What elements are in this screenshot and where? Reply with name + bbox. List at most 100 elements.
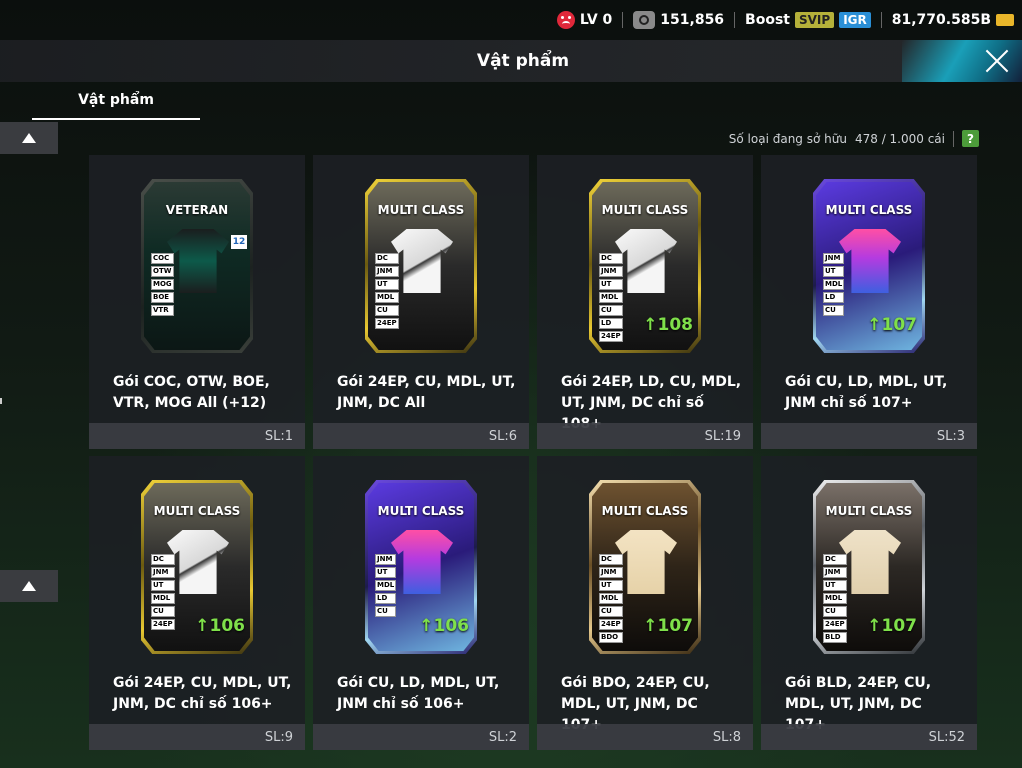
pack-title: MULTI CLASS <box>377 203 465 217</box>
position-tag: MDL <box>151 593 175 604</box>
ovr-value: ↑106 <box>419 616 469 636</box>
divider <box>953 130 954 147</box>
position-tag: CU <box>151 606 175 617</box>
position-tag: UT <box>823 580 847 591</box>
item-card[interactable]: MULTI CLASS JNM UT MDL LD CU ↑107 Gói CU, LD, M… <box>761 155 977 449</box>
ovr-rating: ↑106 <box>195 616 245 636</box>
close-button[interactable] <box>982 46 1012 76</box>
item-footer: SL:52 <box>761 724 977 750</box>
level-text: LV 0 <box>579 12 613 28</box>
pack-title: MULTI CLASS <box>601 504 689 518</box>
level-display[interactable]: LV 0 <box>556 11 613 29</box>
scroll-up-button-lower[interactable] <box>0 570 58 602</box>
position-tag: MDL <box>375 580 397 591</box>
ovr-value: ↑108 <box>643 315 693 335</box>
position-tag: 24EP <box>599 619 623 630</box>
svip-badge: SVIP <box>794 12 835 28</box>
tab-items[interactable]: Vật phẩm <box>32 82 200 120</box>
item-card[interactable]: MULTI CLASS JNM UT MDL LD CU ↑106 Gói CU, LD, M… <box>313 456 529 750</box>
position-tag: BDO <box>599 632 623 643</box>
item-footer: SL:9 <box>89 724 305 750</box>
window-header: Vật phẩm <box>0 40 1022 82</box>
item-card[interactable]: VETERAN COC OTW MOG BOE VTR 12 Gói COC, OTW, BO… <box>89 155 305 449</box>
item-card[interactable]: MULTI CLASS DC JNM UT MDL CU 24EP BDO ↑107 Gói BD… <box>537 456 753 750</box>
position-tag: UT <box>151 580 175 591</box>
item-quantity: SL:6 <box>488 428 517 444</box>
position-tag: DC <box>599 253 623 264</box>
pack-title: MULTI CLASS <box>377 504 465 518</box>
position-list: DC JNM UT MDL CU 24EP <box>151 554 175 630</box>
item-footer: SL:8 <box>537 724 753 750</box>
ovr-value: ↑107 <box>867 616 917 636</box>
ovr-value: ↑107 <box>643 616 693 636</box>
position-tag: MDL <box>823 593 847 604</box>
divider <box>880 12 882 28</box>
position-tag: DC <box>375 253 399 264</box>
item-footer: SL:1 <box>89 423 305 449</box>
pack-title: MULTI CLASS <box>601 203 689 217</box>
item-card[interactable]: MULTI CLASS DC JNM UT MDL CU 24EP Gói 24EP, CU,… <box>313 155 529 449</box>
ovr-value: ↑106 <box>195 616 245 636</box>
position-tag: UT <box>599 279 623 290</box>
position-tag: 24EP <box>375 318 399 329</box>
position-tag: DC <box>823 554 847 565</box>
coins-display[interactable]: 151,856 <box>633 11 724 29</box>
position-tag: CU <box>375 606 397 617</box>
item-quantity: SL:52 <box>928 729 965 745</box>
coin-icon <box>633 11 656 29</box>
balance-value: 81,770.585B <box>891 12 991 28</box>
pack-image: MULTI CLASS JNM UT MDL LD CU ↑107 <box>813 179 925 353</box>
item-name: Gói CU, LD, MDL, UT, JNM chỉ số 107+ <box>785 374 948 411</box>
item-footer: SL:19 <box>537 423 753 449</box>
item-quantity: SL:19 <box>704 428 741 444</box>
pack-image: VETERAN COC OTW MOG BOE VTR 12 <box>141 179 253 353</box>
position-tag: BOE <box>151 292 174 303</box>
item-quantity: SL:1 <box>264 428 293 444</box>
item-card[interactable]: MULTI CLASS DC JNM UT MDL CU 24EP BLD ↑107 Gói BL… <box>761 456 977 750</box>
divider <box>622 12 624 28</box>
position-tag: MDL <box>599 593 623 604</box>
position-tag: UT <box>375 567 397 578</box>
position-tag: OTW <box>151 266 174 277</box>
position-tag: JNM <box>375 554 397 565</box>
ovr-rating: ↑108 <box>643 315 693 335</box>
item-name: Gói 24EP, CU, MDL, UT, JNM, DC All <box>337 374 516 411</box>
pack-image: MULTI CLASS JNM UT MDL LD CU ↑106 <box>365 480 477 654</box>
pack-title: VETERAN <box>165 203 229 217</box>
item-name: Gói 24EP, CU, MDL, UT, JNM, DC chỉ số 10… <box>113 675 292 712</box>
item-footer: SL:2 <box>313 724 529 750</box>
position-tag: UT <box>599 580 623 591</box>
position-tag: 24EP <box>599 331 623 342</box>
item-quantity: SL:8 <box>712 729 741 745</box>
position-tag: CU <box>823 305 845 316</box>
position-tag: DC <box>599 554 623 565</box>
item-grid: VETERAN COC OTW MOG BOE VTR 12 Gói COC, OTW, BO… <box>89 155 979 750</box>
item-footer: SL:6 <box>313 423 529 449</box>
position-list: DC JNM UT MDL CU 24EP BLD <box>823 554 847 643</box>
boost-display[interactable]: Boost SVIP IGR <box>745 12 871 28</box>
position-list: DC JNM UT MDL CU LD 24EP <box>599 253 623 342</box>
item-card[interactable]: MULTI CLASS DC JNM UT MDL CU LD 24EP ↑108 Gói 24E… <box>537 155 753 449</box>
ovr-rating: ↑107 <box>643 616 693 636</box>
position-list: COC OTW MOG BOE VTR <box>151 253 174 316</box>
position-tag: CU <box>375 305 399 316</box>
ownership-summary: Số loại đang sở hữu 478 / 1.000 cái ? <box>729 130 979 147</box>
position-tag: CU <box>599 606 623 617</box>
position-tag: BLD <box>823 632 847 643</box>
position-tag: 24EP <box>823 619 847 630</box>
help-button[interactable]: ? <box>962 130 979 147</box>
divider <box>734 12 736 28</box>
item-card[interactable]: MULTI CLASS DC JNM UT MDL CU 24EP ↑106 Gói 24EP,… <box>89 456 305 750</box>
position-tag: CU <box>599 305 623 316</box>
pack-image: MULTI CLASS DC JNM UT MDL CU LD 24EP ↑108 <box>589 179 701 353</box>
ovr-rating: ↑106 <box>419 616 469 636</box>
item-name: Gói CU, LD, MDL, UT, JNM chỉ số 106+ <box>337 675 500 712</box>
position-tag: JNM <box>151 567 175 578</box>
position-tag: JNM <box>823 253 845 264</box>
balance-display[interactable]: 81,770.585B <box>892 12 1014 28</box>
scroll-up-button[interactable] <box>0 122 58 154</box>
position-list: JNM UT MDL LD CU <box>823 253 845 316</box>
position-tag: JNM <box>375 266 399 277</box>
position-tag: 24EP <box>151 619 175 630</box>
arrow-up-icon <box>22 133 36 143</box>
